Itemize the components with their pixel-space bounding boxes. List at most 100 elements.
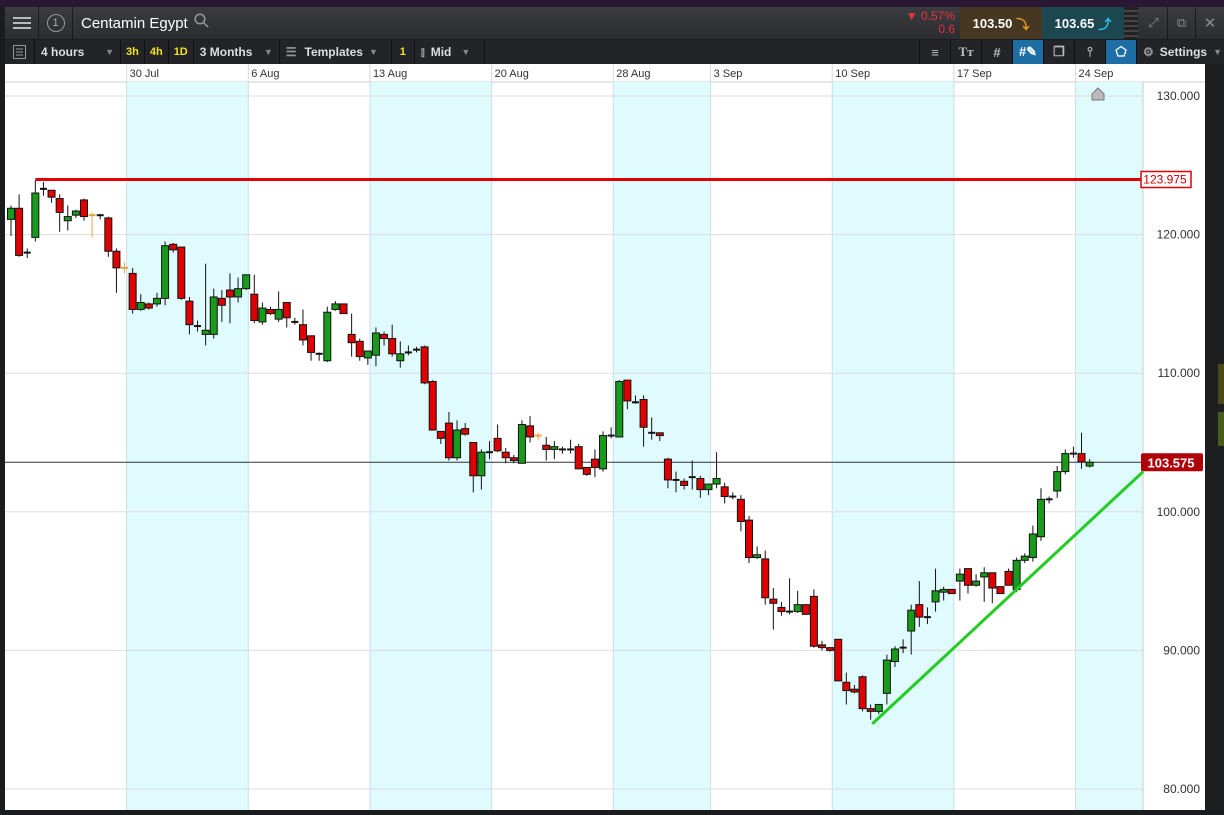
candle [144,302,153,310]
candle [7,205,15,236]
candle-body [550,446,559,450]
windows-icon[interactable]: ❐ [1043,40,1074,64]
price-chart[interactable]: 30 Jul 6 Aug 13 Aug 20 Aug 28 Aug 3 Sep 10 Sep… [5,64,1205,810]
popout-icon[interactable]: ⧉ [1168,7,1196,39]
close-icon[interactable]: ✕ [1196,7,1224,39]
indicators-icon[interactable]: ≡ [919,40,950,64]
chart-header: 1 Centamin Egypt ▼ 0.57% 0.6 103.50 ⤵ 10… [5,7,1224,39]
price-tick-label: 130.000 [1157,89,1201,103]
sliders-icon: ☰ [285,45,297,59]
date-tick-label: 30 Jul [130,68,159,80]
candle-body [1036,498,1045,538]
candle-body [988,572,997,589]
candle [161,241,170,306]
candle [112,248,121,293]
candle [104,216,113,257]
candle-body [882,659,891,694]
candle [777,601,786,616]
crosshair-draw-icon[interactable]: #✎ [1012,40,1043,64]
buy-button[interactable]: 103.65 ⤴ [1042,7,1124,39]
candle-body [209,296,218,335]
sell-button[interactable]: 103.50 ⤵ [960,7,1042,39]
candle-body [623,379,632,402]
candle-icon[interactable]: ⫯ [1074,40,1105,64]
candle-body [745,519,754,559]
candle-body [420,346,429,384]
candle [988,572,997,604]
candle [31,180,40,242]
window-number-icon[interactable]: 1 [39,7,73,39]
list-icon[interactable] [5,40,35,64]
candle [1036,488,1045,541]
interval-4h[interactable]: 4h [145,40,169,64]
candle [63,205,72,231]
text-size-icon[interactable]: Tт [950,40,981,64]
candle-body [201,329,210,335]
candle-body [526,425,535,438]
down-triangle-icon: ▼ [905,9,918,23]
candle-body [217,297,226,306]
candle [858,675,867,712]
price-tag-icon[interactable]: ⬠ [1105,40,1136,64]
candle-body [152,297,161,305]
candle [339,303,348,315]
date-tick-label: 3 Sep [714,68,743,80]
expand-icon[interactable]: ⤢ [1140,7,1168,39]
candle [47,189,56,203]
settings-label: Settings [1159,45,1208,59]
candle-body [15,207,24,256]
range-select[interactable]: 3 Months ▼ [194,40,280,64]
candle [809,589,818,648]
candle-body [274,308,283,320]
candle [615,380,624,438]
candle-body [112,250,121,269]
price-tick-label: 110.000 [1158,366,1201,380]
candle [501,448,510,464]
interval-1d[interactable]: 1D [169,40,194,64]
candle-body [461,428,470,435]
candle-body [720,486,729,498]
candle [753,546,762,559]
candle-body [931,590,940,603]
instrument-title[interactable]: Centamin Egypt [81,15,188,32]
interval-select[interactable]: 4 hours ▼ [35,40,121,64]
candle-body [818,644,826,649]
menu-icon[interactable] [5,7,39,39]
candle-body [980,572,989,578]
candle-body [1061,453,1070,473]
candle [729,492,737,500]
chevron-down-icon: ▼ [263,47,273,57]
range-value: 3 Months [199,45,253,59]
candle-body [517,423,526,464]
gear-icon: ⚙ [1143,45,1154,59]
templates-button[interactable]: ☰ Templates ▼ [280,40,392,64]
chevron-down-icon: ▼ [105,47,114,57]
chart-count[interactable]: 1 [392,40,415,64]
chevron-down-icon: ▼ [461,47,471,57]
price-type-select[interactable]: ⫾ Mid ▼ [415,40,485,64]
candle [818,640,826,651]
candle-body [55,198,64,213]
candle [266,306,275,315]
candle-body [444,422,453,459]
candle [282,302,291,328]
candle [323,306,332,363]
candle-body [436,430,445,439]
candle-body [915,604,924,618]
candle [558,446,566,454]
chart-canvas[interactable]: 30 Jul 6 Aug 13 Aug 20 Aug 28 Aug 3 Sep 10 Sep… [5,64,1205,810]
candle [793,590,802,613]
interval-3h[interactable]: 3h [121,40,145,64]
grid-icon[interactable]: # [981,40,1012,64]
chart-toolbar: 4 hours ▼ 3h 4h 1D 3 Months ▼ ☰ Templates ▼ … [5,40,1224,64]
candle-body [542,444,551,450]
search-icon[interactable] [194,13,209,33]
candle [1004,568,1013,586]
settings-button[interactable]: ⚙ Settings ▼ [1136,40,1224,64]
change-percent: 0.57% [920,9,955,23]
side-scrollbar[interactable] [1205,64,1224,810]
price-tick-label: 80.000 [1163,782,1200,796]
candle-body [858,676,867,710]
weekday-stripe [613,82,711,810]
candle-body [509,457,518,462]
